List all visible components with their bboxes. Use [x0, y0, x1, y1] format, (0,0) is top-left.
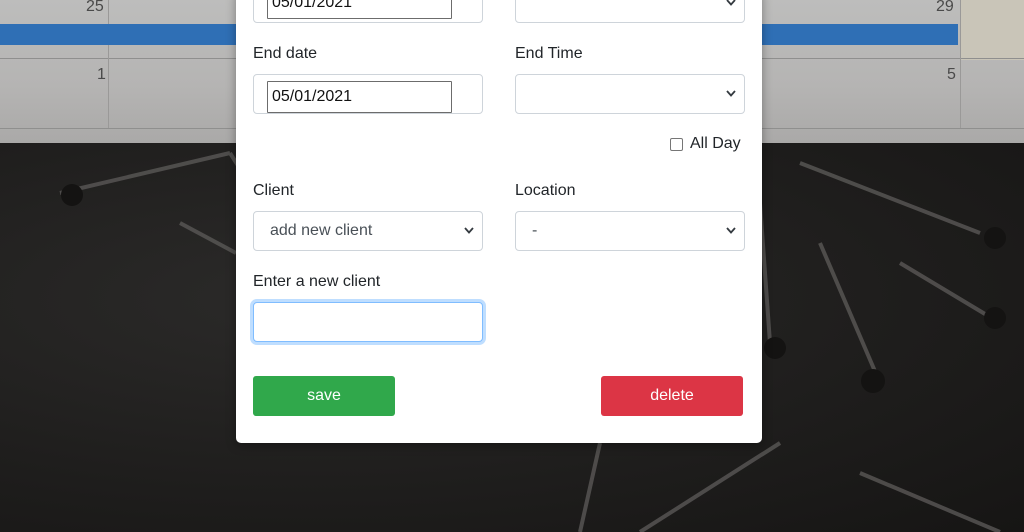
calendar-event-bar[interactable]	[762, 24, 958, 45]
calendar-day-number: 5	[947, 66, 956, 83]
chevron-down-icon	[726, 90, 736, 97]
calendar-day-number: 25	[86, 0, 104, 15]
end-date-input[interactable]: 05/01/2021	[267, 81, 452, 113]
location-select-value: -	[532, 222, 538, 239]
end-time-label: End Time	[515, 45, 583, 62]
calendar-day-number: 29	[936, 0, 954, 15]
location-select[interactable]: -	[515, 211, 745, 251]
calendar-event-bar[interactable]	[0, 24, 236, 45]
end-time-select[interactable]	[515, 74, 745, 114]
calendar-day-number: 1	[97, 66, 106, 83]
event-modal: 05/01/2021 End date End Time 05/01/2021 …	[236, 0, 762, 443]
delete-button[interactable]: delete	[601, 376, 743, 416]
client-select-value: add new client	[270, 222, 373, 239]
all-day-checkbox[interactable]	[670, 137, 683, 151]
client-label: Client	[253, 182, 294, 199]
end-date-label: End date	[253, 45, 318, 62]
start-date-input[interactable]: 05/01/2021	[267, 0, 452, 19]
all-day-label: All Day	[690, 135, 741, 152]
client-select[interactable]: add new client	[253, 211, 483, 251]
calendar-column-divider	[108, 0, 109, 128]
end-date-wrapper: 05/01/2021	[253, 74, 483, 114]
start-date-wrapper: 05/01/2021	[253, 0, 483, 23]
calendar-column-divider	[960, 0, 961, 128]
all-day-toggle[interactable]: All Day	[670, 134, 741, 154]
calendar-today-cell	[960, 0, 1024, 60]
save-button[interactable]: save	[253, 376, 395, 416]
start-time-select[interactable]	[515, 0, 745, 23]
new-client-label: Enter a new client	[253, 273, 381, 290]
chevron-down-icon	[726, 227, 736, 234]
new-client-input[interactable]	[253, 302, 483, 342]
location-label: Location	[515, 182, 576, 199]
chevron-down-icon	[726, 0, 736, 6]
chevron-down-icon	[464, 227, 474, 234]
